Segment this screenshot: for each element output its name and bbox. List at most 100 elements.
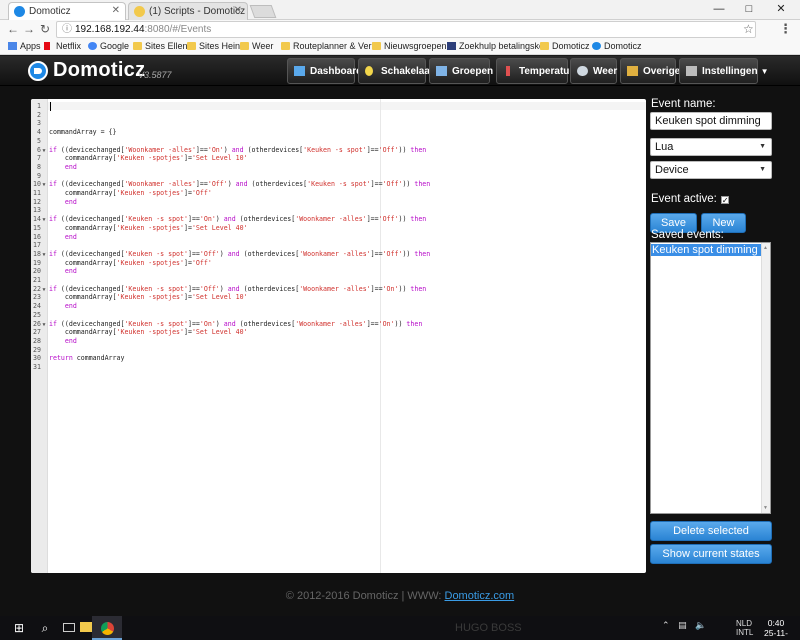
code-line[interactable]: 31	[31, 363, 646, 372]
code-line[interactable]: 16 end	[31, 233, 646, 242]
code-line[interactable]: 7 commandArray['Keuken -spotjes']='Set L…	[31, 154, 646, 163]
code-token: commandArray = {}	[49, 128, 117, 137]
bookmark-weer[interactable]: Weer	[240, 41, 273, 51]
event-name-input[interactable]: Keuken spot dimming	[650, 112, 772, 130]
code-line[interactable]: 18▼ if ((devicechanged['Keuken -s spot']=…	[31, 250, 646, 259]
saved-events-list[interactable]: Keuken spot dimming ▲ ▼	[650, 242, 771, 514]
language-indicator[interactable]: NLD INTL	[736, 619, 753, 637]
language-select[interactable]: Lua ▼	[650, 138, 772, 156]
back-arrow-icon[interactable]: ←	[6, 22, 20, 36]
code-line[interactable]: 28 end	[31, 337, 646, 346]
code-string: 'Off'	[199, 284, 220, 293]
code-editor[interactable]: 1 2 3 4 commandArray = {} 5 6▼ if ((devicechang…	[31, 99, 646, 573]
chevron-down-icon: ▼	[760, 67, 769, 76]
bookmark-nieuwsgroepen[interactable]: Nieuwsgroepen	[372, 41, 447, 51]
code-line[interactable]: 5	[31, 137, 646, 146]
code-line[interactable]: 14▼ if ((devicechanged['Keuken -s spot']=…	[31, 215, 646, 224]
code-line[interactable]: 9	[31, 172, 646, 181]
code-line[interactable]: 22▼ if ((devicechanged['Keuken -s spot']=…	[31, 285, 646, 294]
code-line[interactable]: 27 commandArray['Keuken -spotjes']='Set …	[31, 328, 646, 337]
code-line[interactable]: 10▼ if ((devicechanged['Woonkamer -alles'…	[31, 180, 646, 189]
code-token: ]==	[195, 180, 208, 189]
bookmark-domoticz[interactable]: Domoticz	[592, 41, 642, 51]
nav-dashboard[interactable]: Dashboard	[287, 58, 362, 84]
nav-overige[interactable]: Overige	[620, 58, 680, 84]
bookmark-star-icon[interactable]: ☆	[743, 22, 754, 36]
chevron-up-icon[interactable]: ⌃	[662, 620, 670, 630]
file-explorer-icon[interactable]	[62, 616, 94, 640]
close-tab-icon[interactable]: ✕	[234, 5, 242, 16]
code-line[interactable]: 30 return commandArray	[31, 354, 646, 363]
code-token: (otherdevices[	[239, 249, 300, 258]
code-line[interactable]: 11 commandArray['Keuken -spotjes']='Off'	[31, 189, 646, 198]
code-line[interactable]: 20 end	[31, 267, 646, 276]
maximize-button[interactable]: □	[734, 0, 764, 18]
bookmark-sites-ellen[interactable]: Sites Ellen	[133, 41, 188, 51]
code-line[interactable]: 6▼ if ((devicechanged['Woonkamer -alles']…	[31, 146, 646, 155]
code-line[interactable]: 1	[31, 102, 646, 111]
code-line[interactable]: 3	[31, 119, 646, 128]
code-line[interactable]: 29	[31, 346, 646, 355]
code-string: 'Off'	[199, 249, 220, 258]
nav-instellingen[interactable]: Instellingen ▼	[679, 58, 768, 84]
nav-schakelaars[interactable]: Schakelaars	[358, 58, 439, 84]
code-line[interactable]: 13	[31, 206, 646, 215]
info-icon[interactable]: ⓘ	[62, 22, 72, 37]
code-line[interactable]: 24 end	[31, 302, 646, 311]
bookmark-routeplanner[interactable]: Routeplanner & Verke	[281, 41, 381, 51]
code-keyword: then	[410, 284, 427, 293]
system-clock[interactable]: 0:40 25-11-2016	[756, 618, 796, 640]
code-keyword: then	[414, 180, 431, 189]
new-tab-button[interactable]	[249, 5, 277, 18]
network-icon[interactable]: ▤	[678, 620, 687, 630]
scroll-down-icon[interactable]: ▼	[763, 505, 768, 511]
list-scrollbar[interactable]: ▲ ▼	[761, 243, 770, 513]
bookmark-zoekhulp[interactable]: Zoekhulp betalingske	[447, 41, 544, 51]
code-token: ]==	[366, 145, 379, 154]
code-line[interactable]: 26▼ if ((devicechanged['Keuken -s spot']=…	[31, 320, 646, 329]
code-line[interactable]: 21	[31, 276, 646, 285]
close-tab-icon[interactable]: ✕	[112, 5, 120, 16]
code-string: 'Keuken -s spot'	[124, 215, 188, 224]
nav-temperatuur[interactable]: Temperatuur	[496, 58, 579, 84]
bookmark-google[interactable]: Google	[88, 41, 129, 51]
bookmark-netflix[interactable]: Netflix	[44, 41, 81, 51]
code-keyword: if	[49, 180, 57, 189]
chrome-icon[interactable]	[92, 616, 122, 640]
footer-domoticz-link[interactable]: Domoticz.com	[445, 590, 515, 602]
zoekhulp-icon	[447, 42, 456, 50]
code-line[interactable]: 19 commandArray['Keuken -spotjes']='Off'	[31, 259, 646, 268]
minimize-button[interactable]: —	[704, 0, 734, 18]
bookmark-domoticz-folder[interactable]: Domoticz	[540, 41, 590, 51]
bookmark-sites-hein[interactable]: Sites Hein	[187, 41, 240, 51]
code-keyword: if	[49, 319, 57, 328]
bookmark-apps[interactable]: Apps	[8, 41, 41, 51]
show-current-states-button[interactable]: Show current states	[650, 544, 772, 564]
code-line[interactable]: 12 end	[31, 198, 646, 207]
delete-selected-button[interactable]: Delete selected	[650, 521, 772, 541]
browser-tab-scripts[interactable]: (1) Scripts - Domoticz ✕	[128, 2, 248, 20]
code-line[interactable]: 23 commandArray['Keuken -spotjes']='Set …	[31, 293, 646, 302]
event-active-checkbox[interactable]: ✓	[720, 196, 729, 205]
code-line[interactable]: 2	[31, 111, 646, 120]
scroll-up-icon[interactable]: ▲	[763, 245, 768, 251]
reload-icon[interactable]: ↻	[38, 22, 52, 36]
browser-tab-domoticz[interactable]: Domoticz ✕	[8, 2, 126, 20]
close-window-button[interactable]: ✕	[766, 0, 796, 18]
volume-icon[interactable]: 🔈	[695, 620, 706, 630]
code-string: 'Keuken -spotjes'	[116, 189, 185, 197]
code-line[interactable]: 15 commandArray['Keuken -spotjes']='Set …	[31, 224, 646, 233]
code-line[interactable]: 8 end	[31, 163, 646, 172]
nav-groepen[interactable]: Groepen	[429, 58, 493, 84]
trigger-select[interactable]: Device ▼	[650, 161, 772, 179]
code-keyword: then	[410, 145, 427, 154]
browser-menu-icon[interactable]: ⋮	[779, 21, 792, 37]
code-keyword: end	[64, 336, 77, 345]
list-item[interactable]: Keuken spot dimming	[651, 244, 761, 256]
nav-weer[interactable]: Weer	[570, 58, 617, 84]
url-input[interactable]: ⓘ 192.168.192.44:8080/#/Events	[56, 21, 756, 38]
code-line[interactable]: 17	[31, 241, 646, 250]
code-line[interactable]: 4 commandArray = {}	[31, 128, 646, 137]
forward-arrow-icon[interactable]: →	[22, 22, 36, 36]
code-line[interactable]: 25	[31, 311, 646, 320]
